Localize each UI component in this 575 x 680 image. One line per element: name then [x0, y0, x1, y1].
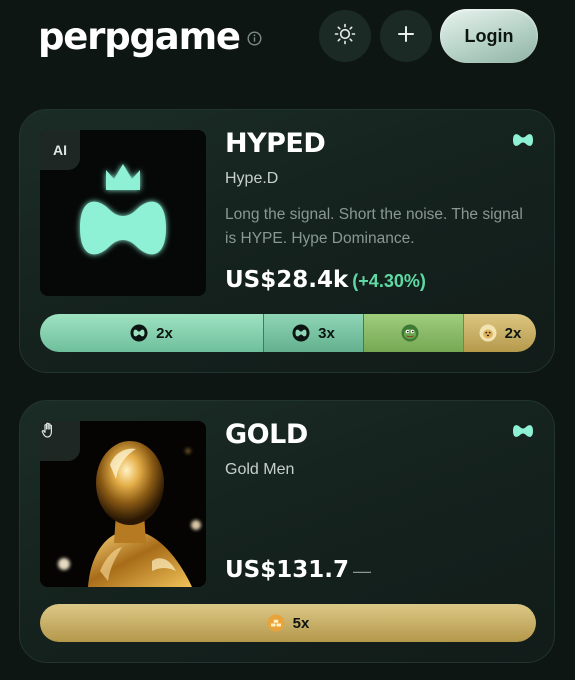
login-button[interactable]: Login [440, 9, 538, 63]
market-card-hyped[interactable]: AI HYPED Hype.D Long the signal. Short t… [19, 109, 555, 373]
sun-icon [334, 23, 356, 50]
leverage-option[interactable]: 5x [40, 604, 536, 642]
leverage-bar: 2x 3x 2x [40, 314, 536, 352]
leverage-label: 3x [318, 324, 335, 342]
market-image: AI [40, 130, 206, 296]
hype-token-icon [130, 324, 148, 342]
price-change: — [353, 561, 371, 581]
leverage-label: 2x [156, 324, 173, 342]
market-price-row: US$28.4k (+4.30%) [225, 267, 426, 293]
brand-logo[interactable]: perpgame [38, 14, 241, 60]
doge-token-icon [479, 324, 497, 342]
price-change: (+4.30%) [352, 271, 426, 291]
app-header: perpgame Login [0, 0, 575, 72]
leverage-label: 2x [504, 324, 522, 342]
hype-token-icon [292, 324, 310, 342]
info-icon[interactable] [247, 31, 262, 46]
market-symbol: HYPED [225, 128, 326, 159]
pepe-token-icon [401, 324, 419, 342]
market-name: Hype.D [225, 170, 279, 187]
hand-badge [40, 421, 80, 461]
market-price: US$131.7 [225, 557, 349, 583]
hype-logo-icon [512, 132, 534, 148]
market-description: Long the signal. Short the noise. The si… [225, 206, 523, 247]
ai-badge: AI [40, 130, 80, 170]
hype-logo-icon [512, 423, 534, 439]
market-price-row: US$131.7— [225, 557, 371, 583]
leverage-option[interactable]: 2x [464, 314, 536, 352]
plus-icon [396, 24, 416, 49]
leverage-label: 5x [292, 614, 310, 632]
gold-token-icon [267, 614, 285, 632]
leverage-option[interactable] [364, 314, 464, 352]
leverage-option[interactable]: 2x [40, 314, 264, 352]
market-name: Gold Men [225, 461, 295, 478]
market-symbol: GOLD [225, 419, 308, 450]
add-button[interactable] [380, 10, 432, 62]
market-image [40, 421, 206, 587]
theme-toggle-button[interactable] [319, 10, 371, 62]
market-card-gold[interactable]: GOLD Gold Men US$131.7— 5x [19, 400, 555, 663]
market-price: US$28.4k [225, 267, 349, 293]
leverage-bar: 5x [40, 604, 536, 642]
leverage-option[interactable]: 3x [264, 314, 364, 352]
